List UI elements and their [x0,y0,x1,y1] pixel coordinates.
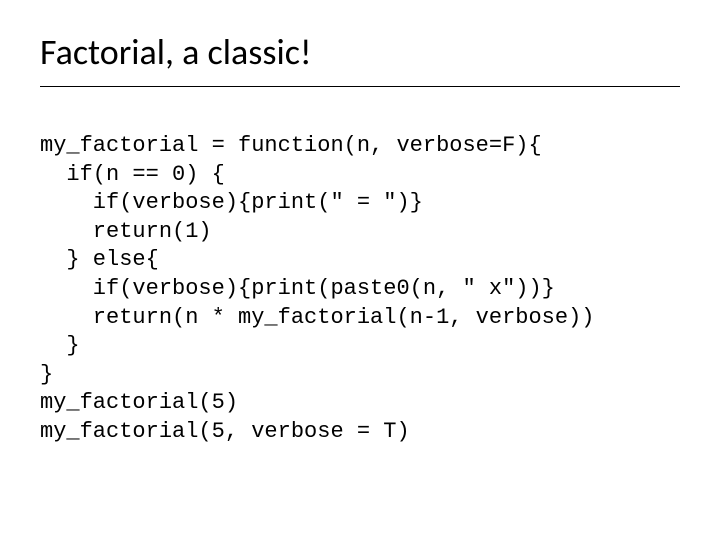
title-divider [40,86,680,87]
code-block: my_factorial = function(n, verbose=F){ i… [40,132,680,447]
slide-title: Factorial, a classic! [40,30,680,74]
